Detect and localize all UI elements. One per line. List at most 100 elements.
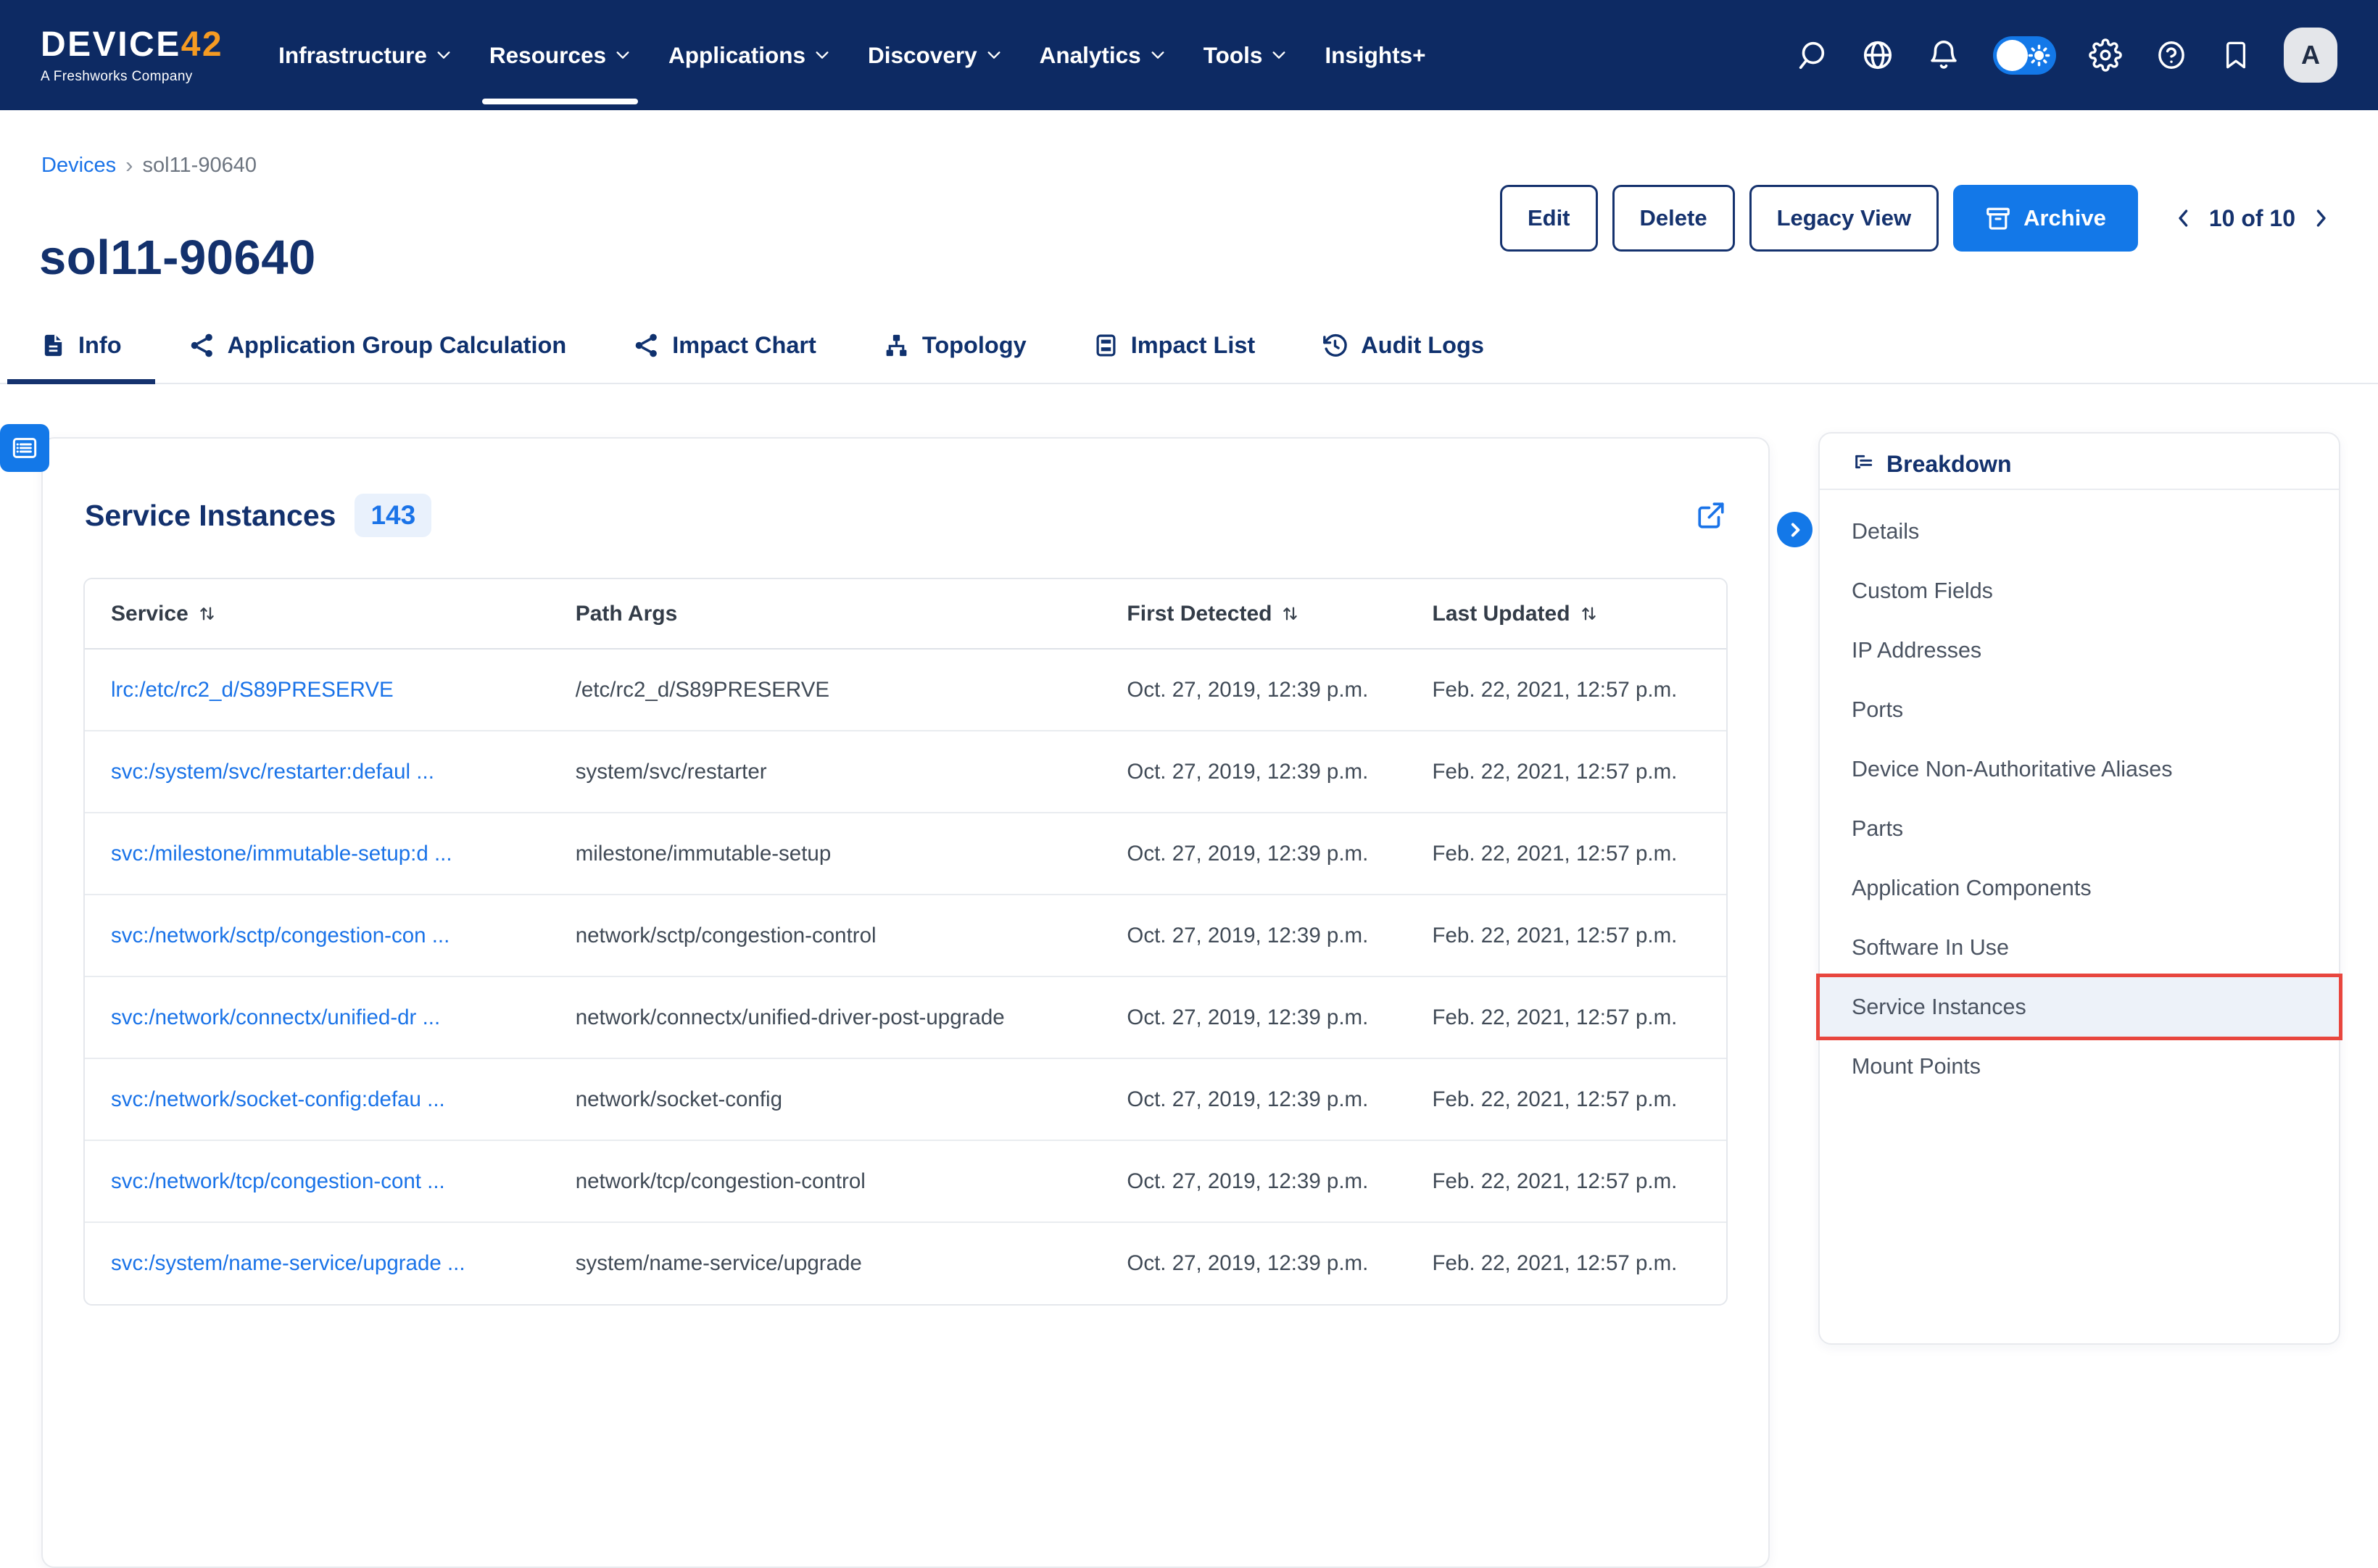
user-avatar[interactable]: A (2284, 28, 2337, 83)
network-nodes-icon (188, 332, 215, 359)
nav-item-insights[interactable]: Insights+ (1306, 0, 1444, 110)
tab-info[interactable]: Info (7, 308, 155, 383)
sidebar-item-mount-points[interactable]: Mount Points (1820, 1037, 2339, 1096)
topology-icon (883, 332, 910, 359)
last-updated-cell: Feb. 22, 2021, 12:57 p.m. (1406, 649, 1727, 731)
breakdown-header: Breakdown (1820, 434, 2339, 480)
path-args-cell: /etc/rc2_d/S89PRESERVE (550, 649, 1101, 731)
first-detected-cell: Oct. 27, 2019, 12:39 p.m. (1101, 731, 1406, 813)
search-icon[interactable] (1795, 38, 1828, 72)
edit-button[interactable]: Edit (1500, 185, 1598, 252)
external-link-icon[interactable] (1696, 500, 1726, 531)
list-icon (9, 434, 40, 462)
path-args-cell: system/svc/restarter (550, 731, 1101, 813)
column-header-service[interactable]: Service (85, 579, 550, 649)
tab-audit-logs[interactable]: Audit Logs (1288, 308, 1517, 383)
nav-item-resources[interactable]: Resources (471, 0, 650, 110)
nav-item-analytics[interactable]: Analytics (1021, 0, 1185, 110)
list-box-icon (1093, 333, 1119, 358)
nav-label: Applications (668, 42, 805, 69)
first-detected-cell: Oct. 27, 2019, 12:39 p.m. (1101, 813, 1406, 895)
panel-header: Service Instances 143 (43, 439, 1768, 536)
chevron-down-icon (814, 50, 830, 60)
service-instances-panel: Service Instances 143 Service Path Args … (41, 437, 1770, 1568)
tab-label: Impact Chart (672, 332, 816, 359)
tab-topology[interactable]: Topology (850, 308, 1060, 383)
service-link[interactable]: svc:/network/connectx/unified-dr ... (111, 1005, 440, 1029)
archive-button[interactable]: Archive (1953, 185, 2138, 252)
nav-item-discovery[interactable]: Discovery (849, 0, 1021, 110)
theme-toggle[interactable] (1993, 36, 2056, 75)
last-updated-cell: Feb. 22, 2021, 12:57 p.m. (1406, 813, 1727, 895)
nav-item-infrastructure[interactable]: Infrastructure (260, 0, 471, 110)
settings-gear-icon[interactable] (2089, 38, 2122, 72)
pager-prev-icon[interactable] (2171, 206, 2196, 231)
sort-icon (1280, 604, 1300, 623)
tab-impact-list[interactable]: Impact List (1060, 308, 1289, 383)
globe-icon[interactable] (1861, 38, 1894, 72)
sort-icon (1579, 604, 1599, 623)
nav-label: Analytics (1040, 42, 1141, 69)
nav-label: Infrastructure (278, 42, 427, 69)
list-panel-tab[interactable] (0, 424, 49, 472)
service-link[interactable]: svc:/network/tcp/congestion-cont ... (111, 1169, 445, 1193)
pager-next-icon[interactable] (2308, 206, 2333, 231)
sidebar-item-parts[interactable]: Parts (1820, 799, 2339, 858)
last-updated-cell: Feb. 22, 2021, 12:57 p.m. (1406, 895, 1727, 976)
chevron-down-icon (436, 50, 452, 60)
main-menu: Infrastructure Resources Applications Di… (260, 0, 1444, 110)
service-link[interactable]: svc:/network/socket-config:defau ... (111, 1087, 445, 1111)
service-link[interactable]: lrc:/etc/rc2_d/S89PRESERVE (111, 678, 394, 702)
breadcrumb-devices-link[interactable]: Devices (41, 154, 116, 178)
first-detected-cell: Oct. 27, 2019, 12:39 p.m. (1101, 1222, 1406, 1304)
top-navbar: DEVICE42 A Freshworks Company Infrastruc… (0, 0, 2378, 110)
tab-impact-chart[interactable]: Impact Chart (600, 308, 850, 383)
column-header-path-args[interactable]: Path Args (550, 579, 1101, 649)
nav-item-tools[interactable]: Tools (1185, 0, 1306, 110)
network-nodes-icon (633, 332, 660, 359)
sidebar-item-ports[interactable]: Ports (1820, 680, 2339, 739)
device42-logo[interactable]: DEVICE42 A Freshworks Company (41, 28, 223, 83)
sidebar-item-custom-fields[interactable]: Custom Fields (1820, 561, 2339, 621)
sidebar-item-service-instances[interactable]: Service Instances (1820, 977, 2339, 1037)
breakdown-tree-icon (1852, 452, 1875, 476)
service-link[interactable]: svc:/system/svc/restarter:defaul ... (111, 760, 434, 784)
column-label: Path Args (576, 602, 678, 626)
first-detected-cell: Oct. 27, 2019, 12:39 p.m. (1101, 1058, 1406, 1140)
path-args-cell: network/connectx/unified-driver-post-upg… (550, 976, 1101, 1058)
column-header-last-updated[interactable]: Last Updated (1406, 579, 1727, 649)
sidebar-item-ip-addresses[interactable]: IP Addresses (1820, 621, 2339, 680)
path-args-cell: network/sctp/congestion-control (550, 895, 1101, 976)
logo-text: DEVICE42 (41, 28, 223, 62)
help-icon[interactable] (2155, 38, 2188, 72)
sidebar-item-application-components[interactable]: Application Components (1820, 858, 2339, 918)
logo-tagline: A Freshworks Company (41, 70, 223, 83)
chevron-down-icon (615, 50, 631, 60)
table-row: svc:/milestone/immutable-setup:d ... mil… (85, 813, 1726, 895)
first-detected-cell: Oct. 27, 2019, 12:39 p.m. (1101, 976, 1406, 1058)
document-icon (41, 333, 66, 358)
tab-application-group-calculation[interactable]: Application Group Calculation (155, 308, 600, 383)
nav-item-applications[interactable]: Applications (650, 0, 849, 110)
sidebar-item-device-non-authoritative-aliases[interactable]: Device Non-Authoritative Aliases (1820, 739, 2339, 799)
sidebar-item-software-in-use[interactable]: Software In Use (1820, 918, 2339, 977)
legacy-view-button[interactable]: Legacy View (1749, 185, 1939, 252)
notifications-bell-icon[interactable] (1927, 38, 1960, 72)
path-args-cell: network/tcp/congestion-control (550, 1140, 1101, 1222)
sidebar-item-details[interactable]: Details (1820, 502, 2339, 561)
last-updated-cell: Feb. 22, 2021, 12:57 p.m. (1406, 976, 1727, 1058)
archive-icon (1985, 205, 2011, 231)
last-updated-cell: Feb. 22, 2021, 12:57 p.m. (1406, 1140, 1727, 1222)
sidebar-collapse-button[interactable] (1777, 512, 1812, 547)
page-title: sol11-90640 (39, 230, 316, 286)
service-link[interactable]: svc:/milestone/immutable-setup:d ... (111, 842, 452, 866)
history-clock-icon (1322, 332, 1348, 359)
table-header-row: Service Path Args First Detected Last Up… (85, 579, 1726, 649)
bookmark-icon[interactable] (2221, 38, 2251, 72)
delete-button[interactable]: Delete (1612, 185, 1735, 252)
column-header-first-detected[interactable]: First Detected (1101, 579, 1406, 649)
sort-icon (197, 604, 217, 623)
chevron-down-icon (1150, 50, 1166, 60)
service-link[interactable]: svc:/network/sctp/congestion-con ... (111, 924, 450, 947)
service-link[interactable]: svc:/system/name-service/upgrade ... (111, 1251, 465, 1275)
